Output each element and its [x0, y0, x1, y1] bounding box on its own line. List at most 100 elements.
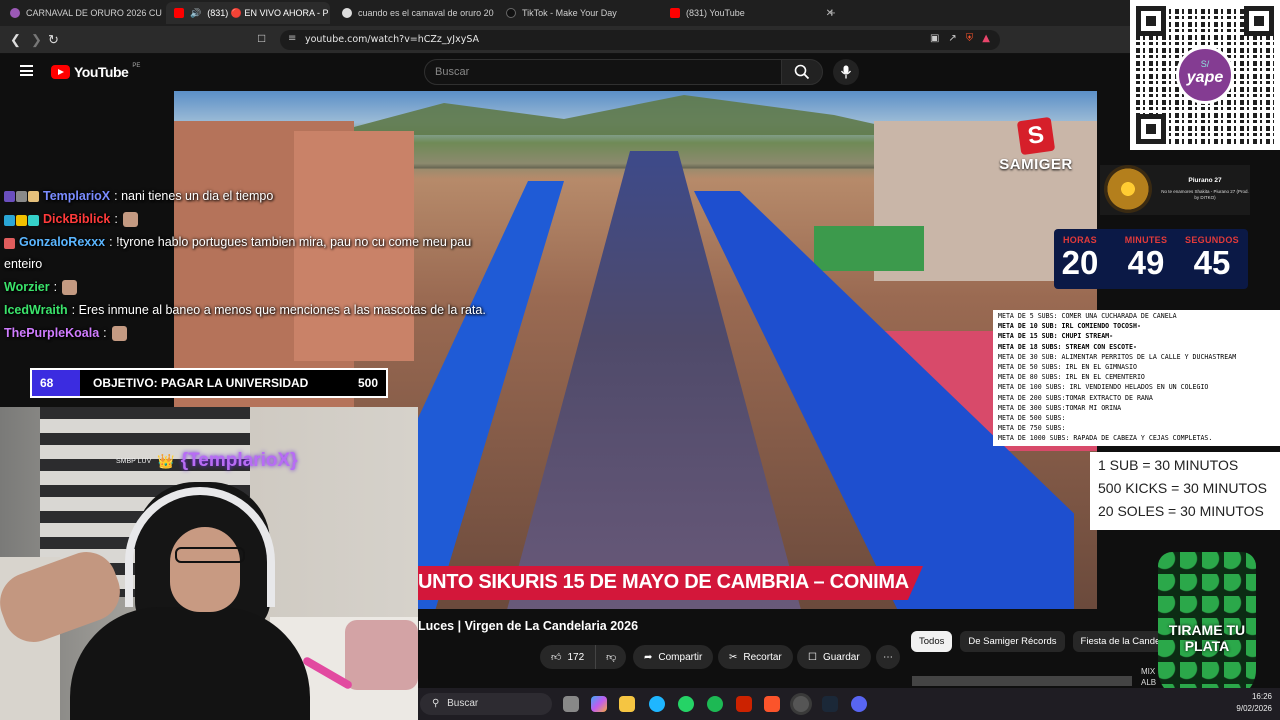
webcam-pillow	[345, 620, 418, 690]
channel-watermark: S SAMIGER	[996, 116, 1076, 173]
bookmark-icon[interactable]: □	[258, 31, 265, 45]
thumbs-down-icon: 👎︎	[606, 652, 617, 663]
audio-playing-icon: 🔊	[190, 7, 202, 18]
copilot-icon[interactable]	[591, 696, 607, 712]
whatsapp-icon[interactable]	[678, 696, 694, 712]
task-view-icon[interactable]	[563, 696, 579, 712]
sub-goal-item: META DE 200 SUBS:TOMAR EXTRACTO DE RANA	[998, 393, 1153, 402]
browser-tab-active[interactable]: 🔊 (831) 🔴 EN VIVO AHORA - P ✕	[166, 2, 330, 24]
sub-goal-item: META DE 750 SUBS:	[998, 424, 1066, 433]
youtube-play-icon	[51, 65, 70, 79]
clip-action: ✂ Recortar	[718, 645, 793, 669]
taskbar-search[interactable]: ⚲ Buscar	[420, 693, 552, 715]
clock-time: 16:26	[1251, 692, 1272, 701]
yape-brand: yape	[1186, 69, 1224, 86]
back-icon[interactable]: ❮	[10, 32, 21, 48]
qr-finder	[1136, 114, 1166, 144]
chat-badge-icon	[16, 191, 27, 203]
yape-currency: S/	[1200, 59, 1210, 69]
save-action: ☐ Guardar	[797, 645, 871, 669]
sub-goal-item: META DE 100 SUBS: IRL VENDIENDO HELADOS …	[998, 383, 1209, 392]
chat-username[interactable]: Worzier	[4, 280, 50, 294]
file-explorer-icon[interactable]	[619, 696, 635, 712]
alert-username: {TemplarioX}	[180, 450, 298, 471]
mix-badge: MIX ALB	[1141, 666, 1156, 688]
tab-title: (831) 🔴 EN VIVO AHORA - P	[207, 7, 329, 18]
tiktok-favicon-icon	[506, 8, 516, 18]
steam-icon[interactable]	[822, 696, 838, 712]
youtube-logo[interactable]: YouTube PE	[51, 63, 140, 80]
clip-button[interactable]: ✂ Recortar	[718, 645, 793, 669]
more-icon: ⋯	[883, 651, 893, 663]
browser-tab[interactable]: cuando es el camaval de oruro 2026	[334, 2, 494, 24]
save-label: Guardar	[822, 651, 860, 663]
mix-label-2: ALB	[1141, 678, 1157, 687]
chip-all[interactable]: Todos	[911, 631, 953, 652]
timer-seconds: SEGUNDOS 45	[1180, 235, 1244, 281]
clip-label: Recortar	[743, 651, 782, 663]
tip-jar-text: TIRAME TU PLATA	[1168, 622, 1246, 654]
search-button[interactable]	[781, 59, 823, 85]
chat-emote-icon	[62, 279, 78, 295]
google-favicon-icon	[342, 8, 352, 18]
alert-small-text: SMBP LUV	[116, 457, 152, 465]
cast-icon[interactable]: ▣	[930, 33, 939, 44]
sub-goal-item: META DE 300 SUBS:TOMAR MI ORINA	[998, 403, 1122, 412]
dislike-button[interactable]: 👎︎	[595, 645, 627, 669]
chat-username[interactable]: GonzaloRexxx	[19, 235, 105, 249]
address-bar[interactable]: ≡ youtube.com/watch?v=hCZz_yJxySA ▣ ↗ ⛨ …	[280, 30, 1000, 50]
search-input[interactable]: Buscar	[424, 59, 782, 85]
new-tab-button[interactable]: +	[828, 5, 836, 20]
edge-icon[interactable]	[649, 696, 665, 712]
webcam-overlay: SMBP LUV 👑 {TemplarioX}	[0, 407, 418, 720]
spotify-icon[interactable]	[707, 696, 723, 712]
chat-username[interactable]: IcedWraith	[4, 303, 68, 317]
rewards-icon[interactable]: ▲	[982, 33, 990, 44]
mix-label: MIX	[1141, 667, 1156, 676]
more-actions-button[interactable]: ⋯	[876, 645, 900, 669]
scissors-icon: ✂	[729, 651, 738, 663]
browser-tab[interactable]: TikTok - Make Your Day	[498, 2, 658, 24]
more-actions: ⋯	[876, 645, 900, 669]
reload-icon[interactable]: ↻	[48, 32, 59, 48]
album-art-icon	[1104, 165, 1152, 213]
site-info-icon[interactable]: ≡	[288, 33, 296, 44]
voice-search-button[interactable]	[833, 59, 859, 85]
subathon-timer: HORAS 20 MINUTES 49 SEGUNDOS 45	[1054, 229, 1248, 289]
browser-tab[interactable]: CARNAVAL DE ORURO 2026 CUANDO	[2, 2, 162, 24]
discord-icon[interactable]	[851, 696, 867, 712]
now-playing-widget: Piurano 27 No te enamores Shakita - Piur…	[1100, 165, 1250, 215]
like-count: 172	[567, 651, 585, 663]
share-icon[interactable]: ↗	[948, 33, 956, 44]
video-mountains	[324, 95, 924, 135]
browser-tab[interactable]: (831) YouTube ✕	[662, 2, 842, 24]
yape-qr-code: S/ yape	[1130, 0, 1280, 150]
subathon-rates: 1 SUB = 30 MINUTOS 500 KICKS = 30 MINUTO…	[1090, 452, 1280, 530]
brave-shield-icon[interactable]: ⛨	[966, 33, 974, 44]
kick-icon[interactable]	[736, 696, 752, 712]
chat-text: :	[53, 279, 58, 294]
sub-goal-item: META DE 500 SUBS:	[998, 414, 1066, 423]
chat-message: GonzaloRexxx: !tyrone hablo portugues ta…	[4, 232, 494, 274]
obs-icon[interactable]	[793, 696, 809, 712]
bookmark-add-icon: ☐	[808, 651, 817, 663]
menu-icon[interactable]	[20, 65, 33, 76]
stream-chat-overlay: TemplarioX : nani tienes un dia el tiempo…	[4, 186, 494, 346]
chip-channel[interactable]: De Samiger Récords	[960, 631, 1065, 652]
like-button[interactable]: 👍︎ 172	[540, 645, 596, 669]
video-title: Luces | Virgen de La Candelaria 2026	[418, 619, 639, 633]
screen: CARNAVAL DE ORURO 2026 CUANDO 🔊 (831) 🔴 …	[0, 0, 1280, 720]
system-tray[interactable]: 16:26 9/02/2026	[1236, 691, 1272, 715]
like-dislike-group: 👍︎ 172 👎︎	[540, 645, 627, 669]
forward-icon[interactable]: ❯	[31, 32, 42, 48]
brave-icon[interactable]	[764, 696, 780, 712]
share-button[interactable]: ➦ Compartir	[633, 645, 714, 669]
save-button[interactable]: ☐ Guardar	[797, 645, 871, 669]
chat-username[interactable]: DickBiblick	[43, 212, 110, 226]
chat-username[interactable]: TemplarioX	[43, 189, 110, 203]
related-video-thumbnail[interactable]	[912, 676, 1132, 686]
tip-jar-overlay: TIRAME TU PLATA	[1158, 552, 1256, 700]
chat-text: : nani tienes un dia el tiempo	[114, 189, 274, 203]
chat-username[interactable]: ThePurpleKoala	[4, 326, 99, 340]
sub-goal-item: META DE 15 SUB: CHUPI STREAM-	[998, 332, 1114, 341]
